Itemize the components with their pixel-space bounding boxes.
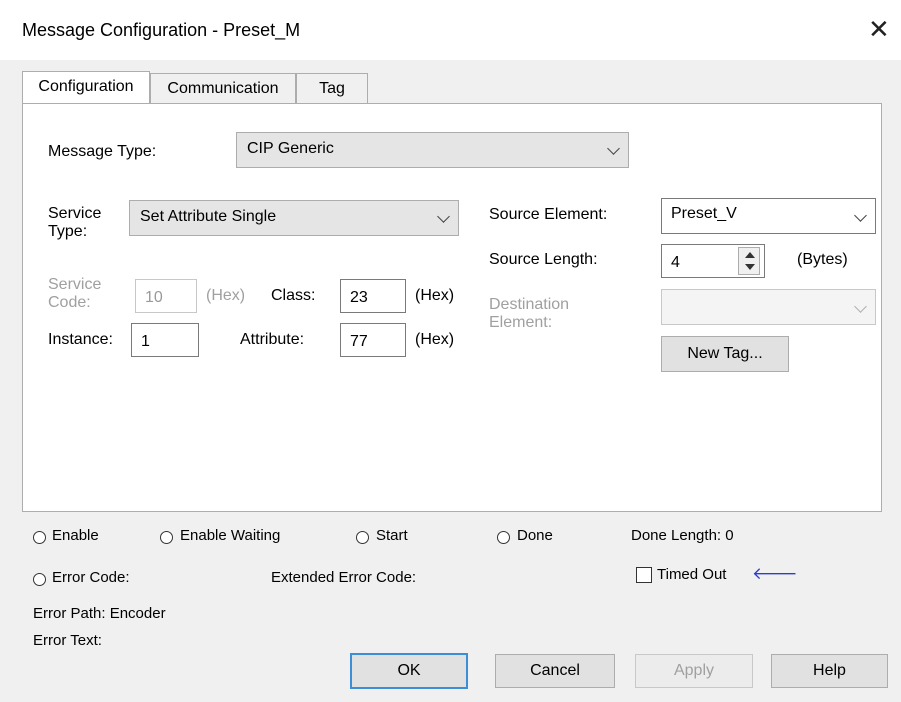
instance-field[interactable]: 1 [131, 323, 199, 357]
bytes-label: (Bytes) [797, 251, 848, 268]
chevron-down-icon [607, 142, 620, 155]
enable-status: Enable [52, 527, 99, 544]
source-length-field[interactable]: 4 [661, 244, 765, 278]
tab-configuration-label: Configuration [38, 78, 134, 95]
destination-element-select [661, 289, 876, 325]
error-code-label: Error Code: [52, 569, 130, 586]
service-type-label-line1: Service [48, 205, 102, 222]
source-length-label: Source Length: [489, 251, 598, 268]
chevron-down-icon [854, 209, 867, 222]
instance-value: 1 [141, 333, 150, 350]
enable-waiting-radio-icon [160, 531, 173, 544]
left-arrow-icon: 🡐 [752, 564, 798, 583]
service-type-label-line2: Type: [48, 223, 88, 240]
service-code-label: Service Code: [48, 276, 101, 312]
extended-error-code-label: Extended Error Code: [271, 569, 417, 586]
service-code-label-line1: Service [48, 276, 102, 293]
spinner-arrows-icon[interactable] [738, 247, 760, 275]
service-type-value: Set Attribute Single [140, 208, 277, 225]
apply-button: Apply [635, 654, 753, 688]
service-code-hex-label: (Hex) [206, 287, 246, 304]
attribute-value: 77 [350, 333, 368, 350]
message-type-label: Message Type: [48, 143, 157, 160]
message-type-value: CIP Generic [247, 140, 334, 157]
service-code-field: 10 [135, 279, 197, 313]
chevron-down-icon [854, 300, 867, 313]
timed-out-checkbox [636, 567, 652, 583]
class-value: 23 [350, 289, 368, 306]
enable-radio-icon [33, 531, 46, 544]
timed-out-label: Timed Out [657, 566, 727, 583]
enable-waiting-status: Enable Waiting [180, 527, 281, 544]
start-radio-icon [356, 531, 369, 544]
attribute-field[interactable]: 77 [340, 323, 406, 357]
service-type-label: Service Type: [48, 205, 101, 241]
spin-up-icon[interactable] [745, 252, 755, 258]
service-type-select[interactable]: Set Attribute Single [129, 200, 459, 236]
done-status: Done [517, 527, 553, 544]
start-status: Start [376, 527, 408, 544]
destination-element-label-line1: Destination [489, 296, 570, 313]
message-type-select[interactable]: CIP Generic [236, 132, 629, 168]
source-element-value: Preset_V [671, 205, 737, 222]
error-text-label: Error Text: [33, 632, 102, 649]
close-icon[interactable]: ✕ [868, 14, 890, 45]
source-element-select[interactable]: Preset_V [661, 198, 876, 234]
error-code-radio-icon [33, 573, 46, 586]
instance-label: Instance: [48, 331, 113, 348]
tab-communication-label: Communication [167, 80, 279, 97]
new-tag-button[interactable]: New Tag... [661, 336, 789, 372]
attribute-label: Attribute: [240, 331, 305, 348]
ok-button[interactable]: OK [350, 653, 468, 689]
tab-communication[interactable]: Communication [150, 73, 296, 104]
tab-configuration[interactable]: Configuration [22, 71, 150, 103]
help-button[interactable]: Help [771, 654, 888, 688]
ok-label: OK [397, 662, 421, 679]
service-code-label-line2: Code: [48, 294, 91, 311]
tab-tag[interactable]: Tag [296, 73, 368, 104]
cancel-label: Cancel [530, 662, 580, 679]
class-label: Class: [271, 287, 316, 304]
done-radio-icon [497, 531, 510, 544]
tab-tag-label: Tag [319, 80, 345, 97]
help-label: Help [813, 662, 846, 679]
new-tag-label: New Tag... [687, 345, 763, 362]
error-path: Error Path: Encoder [33, 605, 166, 622]
window-title: Message Configuration - Preset_M [22, 20, 301, 40]
destination-element-label: Destination Element: [489, 296, 569, 332]
cancel-button[interactable]: Cancel [495, 654, 615, 688]
spin-down-icon[interactable] [745, 264, 755, 270]
attribute-hex-label: (Hex) [415, 331, 455, 348]
class-hex-label: (Hex) [415, 287, 455, 304]
done-length: Done Length: 0 [631, 527, 734, 544]
service-code-value: 10 [145, 289, 163, 306]
class-field[interactable]: 23 [340, 279, 406, 313]
chevron-down-icon [437, 210, 450, 223]
apply-label: Apply [673, 662, 715, 679]
source-length-value: 4 [671, 254, 680, 271]
source-element-label: Source Element: [489, 206, 608, 223]
destination-element-label-line2: Element: [489, 314, 553, 331]
